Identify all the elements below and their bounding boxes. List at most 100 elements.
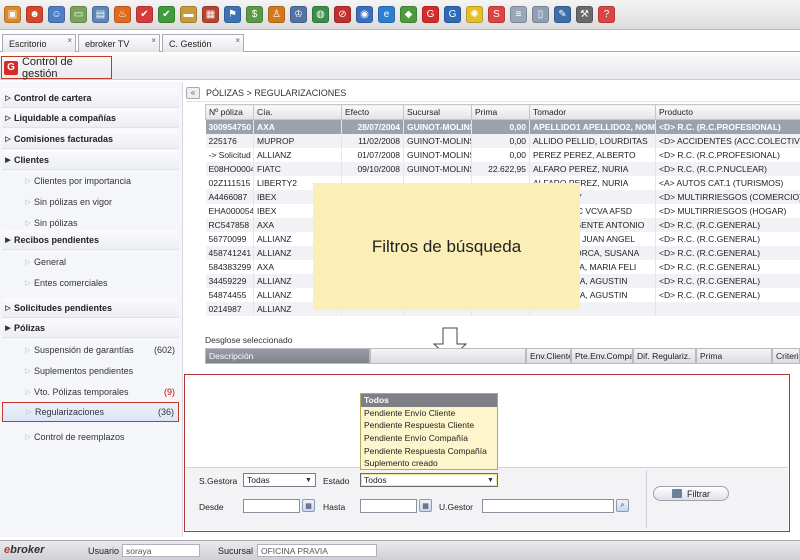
monitor-icon[interactable]: ▭	[70, 6, 87, 23]
g-logo-blue-icon[interactable]: G	[444, 6, 461, 23]
sidebar-item-entes[interactable]: ▷ Entes comerciales	[2, 273, 179, 293]
calendar-icon[interactable]: ▦	[302, 499, 315, 512]
estado-option[interactable]: Suplemento creado	[361, 457, 497, 470]
table-cell: RC547858	[205, 217, 254, 232]
sidebar-item-suspension[interactable]: ▷ Suspensión de garantías (602)	[2, 340, 179, 360]
table-row[interactable]: 225176 MUPROP 11/02/2008 GUINOT-MOLINS 0,00 A…	[205, 133, 800, 148]
sidebar-item-clientes-importancia[interactable]: ▷ Clientes por importancia	[2, 171, 179, 191]
expanded-arrow-icon: ▶	[5, 236, 11, 244]
estado-option[interactable]: Todos	[361, 394, 497, 407]
hasta-date-input[interactable]	[360, 499, 417, 513]
folder-icon[interactable]: ▬	[180, 6, 197, 23]
tab-c-gestion[interactable]: C. Gestión ×	[162, 34, 244, 52]
estado-value: Todos	[364, 475, 387, 485]
tab-escritorio[interactable]: Escritorio ×	[2, 34, 76, 52]
tools-icon[interactable]: ⚒	[576, 6, 593, 23]
diamond-icon[interactable]: ◆	[400, 6, 417, 23]
tab-bar: Escritorio × ebroker TV × C. Gestión ×	[0, 34, 800, 52]
users-icon[interactable]: ☺	[48, 6, 65, 23]
close-icon[interactable]: ×	[67, 36, 72, 45]
close-icon[interactable]: ×	[235, 36, 240, 45]
sidebar-item-liquidable[interactable]: ▷ Liquidable a compañías	[2, 108, 179, 128]
close-icon[interactable]: ×	[151, 36, 156, 45]
table-cell: 225176	[205, 133, 254, 148]
agent-icon[interactable]: ♔	[290, 6, 307, 23]
sidebar-item-regularizaciones[interactable]: ▷ Regularizaciones (36)	[2, 402, 179, 422]
flame-icon[interactable]: ♨	[114, 6, 131, 23]
sidebar-item-label: Clientes por importancia	[34, 176, 132, 186]
sidebar-item-general[interactable]: ▷ General	[2, 252, 179, 272]
globe-green-icon[interactable]: ◍	[312, 6, 329, 23]
estado-option[interactable]: Pendiente Respuesta Cliente	[361, 419, 497, 432]
person-icon[interactable]: ♙	[268, 6, 285, 23]
column-header[interactable]: Efecto	[341, 104, 404, 120]
g-logo-icon: G	[4, 60, 18, 75]
sidebar-item-polizas[interactable]: ▶ Pólizas	[2, 318, 179, 338]
user-red-icon[interactable]: ☻	[26, 6, 43, 23]
calendar-icon[interactable]: ▦	[419, 499, 432, 512]
notes-icon[interactable]: ≡	[510, 6, 527, 23]
table-cell: <D> R.C. (R.C.GENERAL)	[655, 287, 800, 302]
table-row[interactable]: -> Solicitud ALLIANZ 01/07/2008 GUINOT-MOLI…	[205, 147, 800, 162]
estado-option[interactable]: Pendiente Envío Compañía	[361, 432, 497, 445]
g-logo-icon[interactable]: G	[422, 6, 439, 23]
desde-date-input[interactable]	[243, 499, 300, 513]
desglose-column-header[interactable]	[370, 348, 526, 364]
sidebar-item-clientes[interactable]: ▶ Clientes	[2, 150, 179, 170]
column-header[interactable]: Prima	[471, 104, 530, 120]
estado-select[interactable]: Todos ▼	[360, 473, 498, 487]
table-cell: <D> MULTIRRIESGOS (COMERCIO)	[655, 189, 800, 204]
money-icon[interactable]: $	[246, 6, 263, 23]
control-gestion-header[interactable]: G Control de gestión	[1, 56, 112, 80]
table-cell: 02Z111515	[205, 175, 254, 190]
table-cell: 0,00	[471, 119, 530, 134]
document-s-icon[interactable]: S	[488, 6, 505, 23]
cube-icon[interactable]: ▣	[4, 6, 21, 23]
column-header[interactable]: Nº póliza	[205, 104, 254, 120]
toolbox-icon[interactable]: ▦	[202, 6, 219, 23]
sidebar-item-control-reemplazos[interactable]: ▷ Control de reemplazos	[2, 427, 179, 447]
sidebar-item-control-cartera[interactable]: ▷ Control de cartera	[2, 88, 179, 108]
sidebar-item-solicitudes[interactable]: ▷ Solicitudes pendientes	[2, 298, 179, 318]
flag-icon[interactable]: ⚑	[224, 6, 241, 23]
callout-text: Filtros de búsqueda	[371, 236, 522, 256]
sidebar-item-vto-polizas[interactable]: ▷ Vto. Pólizas temporales (9)	[2, 382, 179, 402]
filtrar-label: Filtrar	[687, 488, 710, 499]
column-header[interactable]: Cía.	[253, 104, 342, 120]
desglose-column-header[interactable]: Prima	[696, 348, 772, 364]
sidebar-item-comisiones[interactable]: ▷ Comisiones facturadas	[2, 129, 179, 149]
column-header[interactable]: Sucursal	[403, 104, 472, 120]
no-entry-icon[interactable]: ⊘	[334, 6, 351, 23]
sgestora-value: Todas	[247, 475, 270, 485]
desglose-column-header[interactable]: Descripción	[205, 348, 370, 364]
desglose-column-header[interactable]: Env.Cliente	[526, 348, 571, 364]
sidebar-item-recibos[interactable]: ▶ Recibos pendientes	[2, 230, 179, 250]
estado-option[interactable]: Pendiente Envío Cliente	[361, 407, 497, 420]
estado-option[interactable]: Pendiente Respuesta Compañía	[361, 444, 497, 457]
tab-ebroker-tv[interactable]: ebroker TV ×	[78, 34, 160, 52]
check-red-icon[interactable]: ✔	[136, 6, 153, 23]
desglose-column-header[interactable]: Dif. Regulariz.	[633, 348, 696, 364]
sidebar-item-label: Sin pólizas en vigor	[34, 197, 113, 207]
column-header[interactable]: Producto	[655, 104, 800, 120]
search-icon[interactable]: ⌕	[616, 499, 629, 512]
table-row[interactable]: E08HO0004 FIATC 09/10/2008 GUINOT-MOLINS 22.…	[205, 161, 800, 176]
sidebar-item-sin-polizas-vigor[interactable]: ▷ Sin pólizas en vigor	[2, 192, 179, 212]
table-row[interactable]: 300954750 AXA 28/07/2004 GUINOT-MOLINS 0,00 A…	[205, 119, 800, 134]
help-icon[interactable]: ?	[598, 6, 615, 23]
sgestora-select[interactable]: Todas ▼	[243, 473, 316, 487]
card-icon[interactable]: ▤	[92, 6, 109, 23]
column-header[interactable]: Tomador	[529, 104, 656, 120]
desglose-column-header[interactable]: Pte.Env.Compa	[571, 348, 633, 364]
collapse-sidebar-icon[interactable]: «	[186, 86, 200, 99]
bulb-icon[interactable]: ✺	[466, 6, 483, 23]
pad-icon[interactable]: ▯	[532, 6, 549, 23]
check-green-icon[interactable]: ✔	[158, 6, 175, 23]
e-icon[interactable]: e	[378, 6, 395, 23]
desglose-column-header[interactable]: Criterio	[772, 348, 800, 364]
filtrar-button[interactable]: Filtrar	[653, 486, 729, 501]
ugestor-input[interactable]	[482, 499, 614, 513]
globe-icon[interactable]: ◉	[356, 6, 373, 23]
sidebar-item-suplementos[interactable]: ▷ Suplementos pendientes	[2, 361, 179, 381]
pen-icon[interactable]: ✎	[554, 6, 571, 23]
